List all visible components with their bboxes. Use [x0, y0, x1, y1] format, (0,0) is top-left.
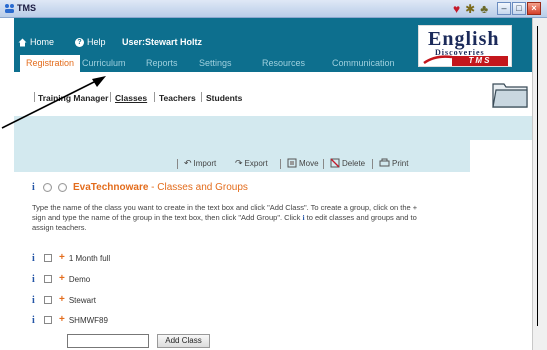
expand-plus-icon[interactable]: +: [59, 253, 65, 263]
maximize-button[interactable]: □: [512, 2, 526, 15]
app-icon: [5, 4, 14, 13]
class-row: i + 1 Month full: [32, 252, 110, 264]
subnav-divider: [34, 92, 35, 102]
class-name[interactable]: SHMWF89: [69, 316, 108, 325]
frame-divider: [537, 26, 543, 326]
nav-help[interactable]: ? Help: [75, 37, 106, 47]
home-icon: [18, 38, 27, 46]
nav-home[interactable]: Home: [18, 37, 54, 47]
subnav-divider: [110, 92, 111, 102]
print-icon: [379, 158, 390, 167]
info-icon[interactable]: i: [32, 315, 37, 325]
export-button[interactable]: ↷ Export: [235, 158, 268, 169]
class-checkbox[interactable]: [44, 316, 52, 324]
close-button[interactable]: ×: [527, 2, 541, 15]
toolbar-divider: [177, 159, 178, 169]
organization-name: EvaTechnoware: [73, 182, 149, 193]
delete-label: Delete: [342, 158, 366, 168]
class-checkbox[interactable]: [44, 296, 52, 304]
class-name[interactable]: Demo: [69, 275, 90, 284]
import-label: Import: [193, 159, 217, 168]
info-icon[interactable]: i: [32, 295, 37, 305]
sub-navigation: Training Manager Classes Teachers Studen…: [14, 72, 532, 116]
tab-curriculum[interactable]: Curriculum: [82, 55, 126, 72]
toolbar-notch: [470, 140, 532, 172]
tools-icon[interactable]: ✱: [465, 2, 475, 16]
logo-swoosh-icon: [423, 55, 453, 65]
info-icon[interactable]: i: [32, 274, 37, 284]
action-toolbar: [14, 156, 532, 172]
tab-resources[interactable]: Resources: [262, 55, 305, 72]
help-label: Help: [87, 37, 106, 47]
print-label: Print: [392, 158, 409, 168]
import-button[interactable]: ↶ Import: [184, 158, 216, 169]
radio-option-1[interactable]: [43, 183, 52, 192]
plugin-icon[interactable]: ♣: [480, 2, 488, 16]
toolbar-divider: [372, 159, 373, 169]
window-title: TMS: [17, 3, 36, 13]
content-banner: [14, 116, 532, 156]
folder-icon[interactable]: [492, 80, 528, 108]
instructions-text: Type the name of the class you want to c…: [32, 203, 432, 233]
expand-plus-icon[interactable]: +: [59, 315, 65, 325]
minimize-button[interactable]: –: [497, 2, 511, 15]
export-label: Export: [244, 159, 268, 168]
toolbar-divider: [280, 159, 281, 169]
tab-reports[interactable]: Reports: [146, 55, 178, 72]
class-name[interactable]: Stewart: [69, 296, 96, 305]
subnav-teachers[interactable]: Teachers: [159, 93, 196, 103]
info-icon[interactable]: i: [32, 183, 37, 193]
logo-text-tms: TMS: [452, 56, 508, 66]
class-checkbox[interactable]: [44, 254, 52, 262]
import-icon: ↶: [184, 158, 192, 168]
heart-icon[interactable]: ♥: [453, 2, 460, 16]
class-row: i + SHMWF89: [32, 314, 108, 326]
window-titlebar: TMS ♥ ✱ ♣ – □ ×: [0, 0, 547, 18]
add-class-button[interactable]: Add Class: [157, 334, 210, 348]
info-icon[interactable]: i: [32, 253, 37, 263]
expand-plus-icon[interactable]: +: [59, 295, 65, 305]
subnav-divider: [154, 92, 155, 102]
brand-logo: English Discoveries TMS: [418, 25, 512, 67]
print-button[interactable]: Print: [379, 158, 408, 168]
help-icon: ?: [75, 37, 84, 47]
subnav-training-manager[interactable]: Training Manager: [38, 93, 108, 103]
tab-communication[interactable]: Communication: [332, 55, 395, 72]
subnav-students[interactable]: Students: [206, 93, 242, 103]
export-icon: ↷: [235, 158, 243, 168]
tab-registration[interactable]: Registration: [20, 55, 81, 72]
delete-button[interactable]: Delete: [330, 158, 365, 168]
move-icon: [287, 158, 297, 168]
radio-option-2[interactable]: [58, 183, 67, 192]
titlebar-icons: ♥ ✱ ♣: [453, 2, 488, 16]
delete-icon: [330, 158, 340, 168]
tab-settings[interactable]: Settings: [199, 55, 232, 72]
subnav-classes[interactable]: Classes: [115, 93, 147, 103]
window-frame-right: [532, 18, 547, 350]
move-button[interactable]: Move: [287, 158, 319, 168]
class-checkbox[interactable]: [44, 275, 52, 283]
subnav-divider: [201, 92, 202, 102]
toolbar-divider: [323, 159, 324, 169]
class-row: i + Stewart: [32, 294, 96, 306]
section-title: - Classes and Groups: [148, 182, 248, 193]
class-row: i + Demo: [32, 273, 90, 285]
move-label: Move: [299, 158, 319, 168]
expand-plus-icon[interactable]: +: [59, 274, 65, 284]
section-heading: i EvaTechnoware - Classes and Groups: [32, 182, 248, 193]
home-label: Home: [30, 37, 55, 47]
user-label: User:Stewart Holtz: [122, 37, 203, 47]
new-class-input[interactable]: [67, 334, 149, 348]
class-name[interactable]: 1 Month full: [69, 254, 110, 263]
